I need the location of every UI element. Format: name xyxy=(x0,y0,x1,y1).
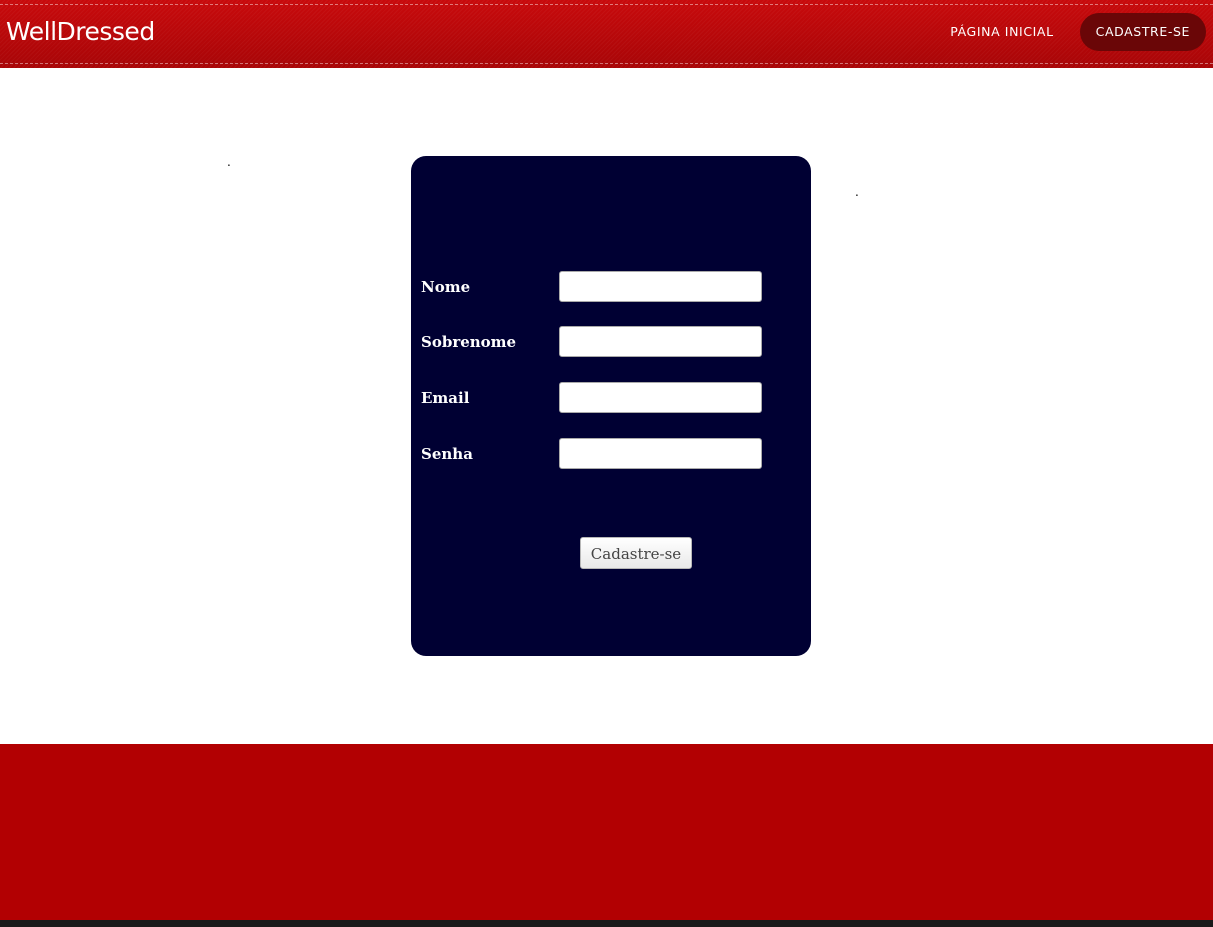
site-header: WellDressed PÁGINA INICIAL CADASTRE-SE xyxy=(0,0,1213,68)
email-input[interactable] xyxy=(559,382,762,413)
signup-form: Nome Sobrenome Email Senha Cadastre-se xyxy=(411,156,811,656)
site-footer xyxy=(0,744,1213,920)
senha-input[interactable] xyxy=(559,438,762,469)
nome-label: Nome xyxy=(421,278,471,296)
senha-label: Senha xyxy=(421,445,473,463)
sobrenome-label: Sobrenome xyxy=(421,333,517,351)
signup-submit-button[interactable]: Cadastre-se xyxy=(580,537,692,569)
nav-link-signup[interactable]: CADASTRE-SE xyxy=(1079,13,1206,51)
form-row-nome: Nome xyxy=(421,271,781,303)
footer-bottom-bar xyxy=(0,920,1213,927)
header-stitch-bottom xyxy=(0,63,1213,64)
email-label: Email xyxy=(421,389,470,407)
nav-link-home[interactable]: PÁGINA INICIAL xyxy=(934,13,1069,51)
main-nav: PÁGINA INICIAL CADASTRE-SE xyxy=(924,13,1206,51)
form-row-email: Email xyxy=(421,382,781,414)
form-row-senha: Senha xyxy=(421,438,781,470)
header-stitch-top xyxy=(0,4,1213,5)
nome-input[interactable] xyxy=(559,271,762,302)
sobrenome-input[interactable] xyxy=(559,326,762,357)
stray-dot-right: . xyxy=(855,185,859,199)
brand-logo-link[interactable]: WellDressed xyxy=(6,16,155,48)
form-row-sobrenome: Sobrenome xyxy=(421,326,781,358)
stray-dot-left: . xyxy=(227,155,231,169)
